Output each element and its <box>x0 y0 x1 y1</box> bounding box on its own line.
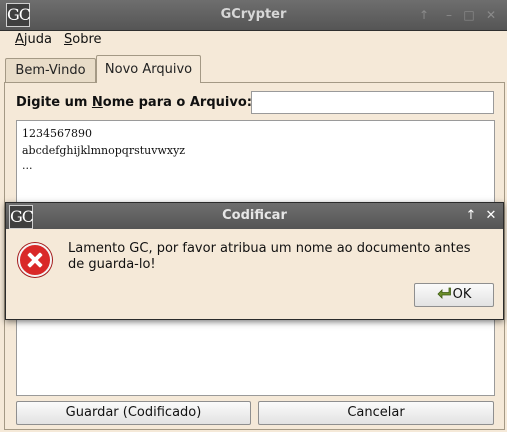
tab-bar: Bem-Vindo Novo Arquivo <box>0 55 507 83</box>
tab-bem-vindo[interactable]: Bem-Vindo <box>5 58 96 83</box>
menu-sobre-label: obre <box>72 32 102 47</box>
error-dialog: GC Codificar ↑ ✕ Lamento GC, por favor a… <box>5 202 504 320</box>
ok-button[interactable]: OK <box>414 283 494 307</box>
keep-above-icon[interactable]: ↑ <box>415 6 433 24</box>
name-label-rest: ome para o Arquivo: * <box>102 95 264 110</box>
dialog-title: Codificar <box>222 208 287 223</box>
check-arrow-icon <box>437 287 451 299</box>
menu-sobre[interactable]: Sobre <box>64 32 102 47</box>
error-icon <box>18 243 52 277</box>
file-name-input[interactable] <box>251 91 494 114</box>
ok-label: OK <box>452 287 472 302</box>
minimize-icon[interactable]: – <box>440 6 458 24</box>
menu-ajuda-label: juda <box>23 32 52 47</box>
menu-ajuda[interactable]: Ajuda <box>15 32 52 47</box>
menu-ajuda-mnemonic: A <box>15 32 24 47</box>
menu-bar: Ajuda Sobre <box>0 30 507 52</box>
save-encrypted-button[interactable]: Guardar (Codificado) <box>16 401 251 425</box>
tab-novo-arquivo[interactable]: Novo Arquivo <box>96 55 201 83</box>
dialog-close-icon[interactable]: ✕ <box>482 207 500 225</box>
window-titlebar[interactable]: GC GCrypter ↑ – □ ✕ <box>0 0 507 31</box>
maximize-icon[interactable]: □ <box>460 6 478 24</box>
editor-line: ... <box>22 159 33 172</box>
keep-above-icon[interactable]: ↑ <box>462 207 480 225</box>
editor-line: abcdefghijklmnopqrstuvwxyz <box>22 144 186 157</box>
name-label-prefix: Digite um <box>16 95 92 110</box>
name-label-mnemonic: N <box>91 95 103 110</box>
close-icon[interactable]: ✕ <box>482 6 500 24</box>
dialog-titlebar[interactable]: GC Codificar ↑ ✕ <box>6 203 503 229</box>
dialog-message: Lamento GC, por favor atribua um nome ao… <box>68 241 471 272</box>
cancel-button[interactable]: Cancelar <box>258 401 494 425</box>
name-field-label: Digite um Nome para o Arquivo: * <box>16 95 263 110</box>
editor-line: 1234567890 <box>22 127 92 140</box>
